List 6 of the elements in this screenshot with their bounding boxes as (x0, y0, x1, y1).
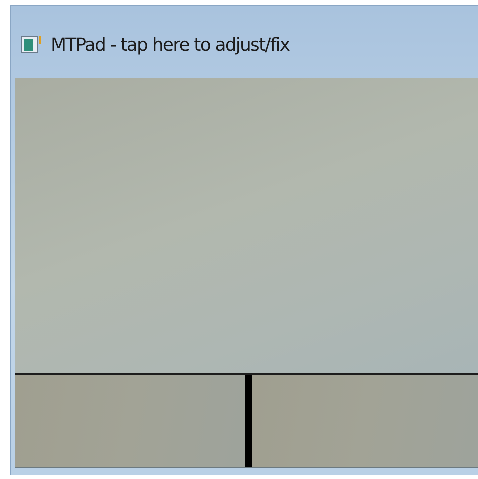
app-icon (21, 35, 43, 55)
touchpad-surface[interactable] (15, 78, 478, 375)
right-touchpad-button[interactable] (252, 375, 478, 467)
window-title: MTPad - tap here to adjust/fix (51, 34, 290, 56)
title-bar[interactable]: MTPad - tap here to adjust/fix (11, 6, 478, 78)
left-touchpad-button[interactable] (15, 375, 245, 467)
